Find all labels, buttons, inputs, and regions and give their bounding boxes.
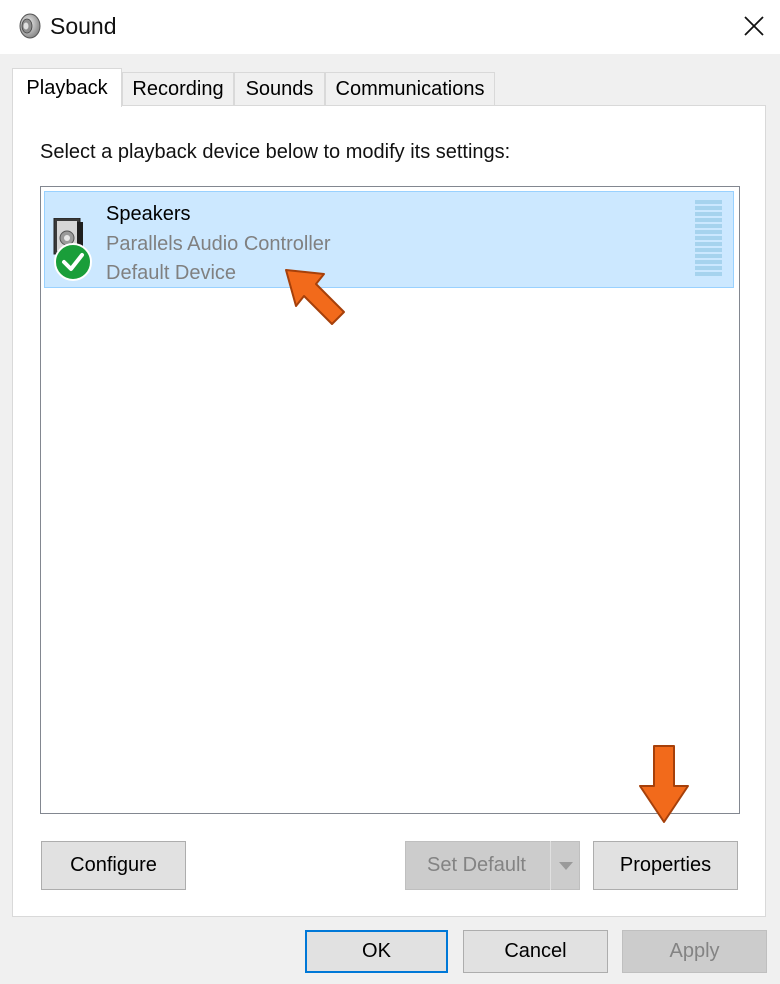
level-bar: [695, 230, 722, 234]
level-bar: [695, 200, 722, 204]
level-bar: [695, 260, 722, 264]
close-icon: [744, 16, 764, 36]
level-bar: [695, 206, 722, 210]
device-speakers[interactable]: Speakers Parallels Audio Controller Defa…: [44, 191, 734, 288]
close-button[interactable]: [726, 0, 780, 54]
tab-recording[interactable]: Recording: [122, 72, 234, 105]
cancel-button[interactable]: Cancel: [463, 930, 608, 973]
level-bar: [695, 272, 722, 276]
device-controller: Parallels Audio Controller: [106, 233, 331, 255]
tab-strip: Playback Recording Sounds Communications: [12, 68, 772, 107]
speaker-icon: [19, 13, 41, 39]
set-default-dropdown[interactable]: [550, 841, 580, 890]
chevron-down-icon: [559, 862, 573, 870]
set-default-label: Set Default: [427, 854, 526, 876]
level-bar: [695, 218, 722, 222]
device-name: Speakers: [106, 203, 191, 225]
volume-level-meter: [695, 200, 722, 278]
instruction-text: Select a playback device below to modify…: [40, 141, 511, 163]
tab-playback[interactable]: Playback: [12, 68, 122, 107]
tab-sounds[interactable]: Sounds: [234, 72, 325, 105]
level-bar: [695, 212, 722, 216]
level-bar: [695, 224, 722, 228]
configure-button[interactable]: Configure: [41, 841, 186, 890]
level-bar: [695, 248, 722, 252]
level-bar: [695, 242, 722, 246]
device-status: Default Device: [106, 262, 237, 284]
orange-arrow-icon: [285, 269, 345, 325]
green-check-icon: [54, 243, 92, 281]
window-title: Sound: [50, 13, 117, 39]
tab-communications[interactable]: Communications: [325, 72, 495, 105]
level-bar: [695, 254, 722, 258]
device-list[interactable]: Speakers Parallels Audio Controller Defa…: [40, 186, 740, 814]
level-bar: [695, 236, 722, 240]
level-bar: [695, 266, 722, 270]
orange-arrow-down-icon: [639, 745, 689, 823]
ok-button[interactable]: OK: [305, 930, 448, 973]
apply-button[interactable]: Apply: [622, 930, 767, 973]
title-bar: Sound: [0, 0, 780, 54]
speaker-device-icon: [53, 218, 92, 281]
properties-button[interactable]: Properties: [593, 841, 738, 890]
